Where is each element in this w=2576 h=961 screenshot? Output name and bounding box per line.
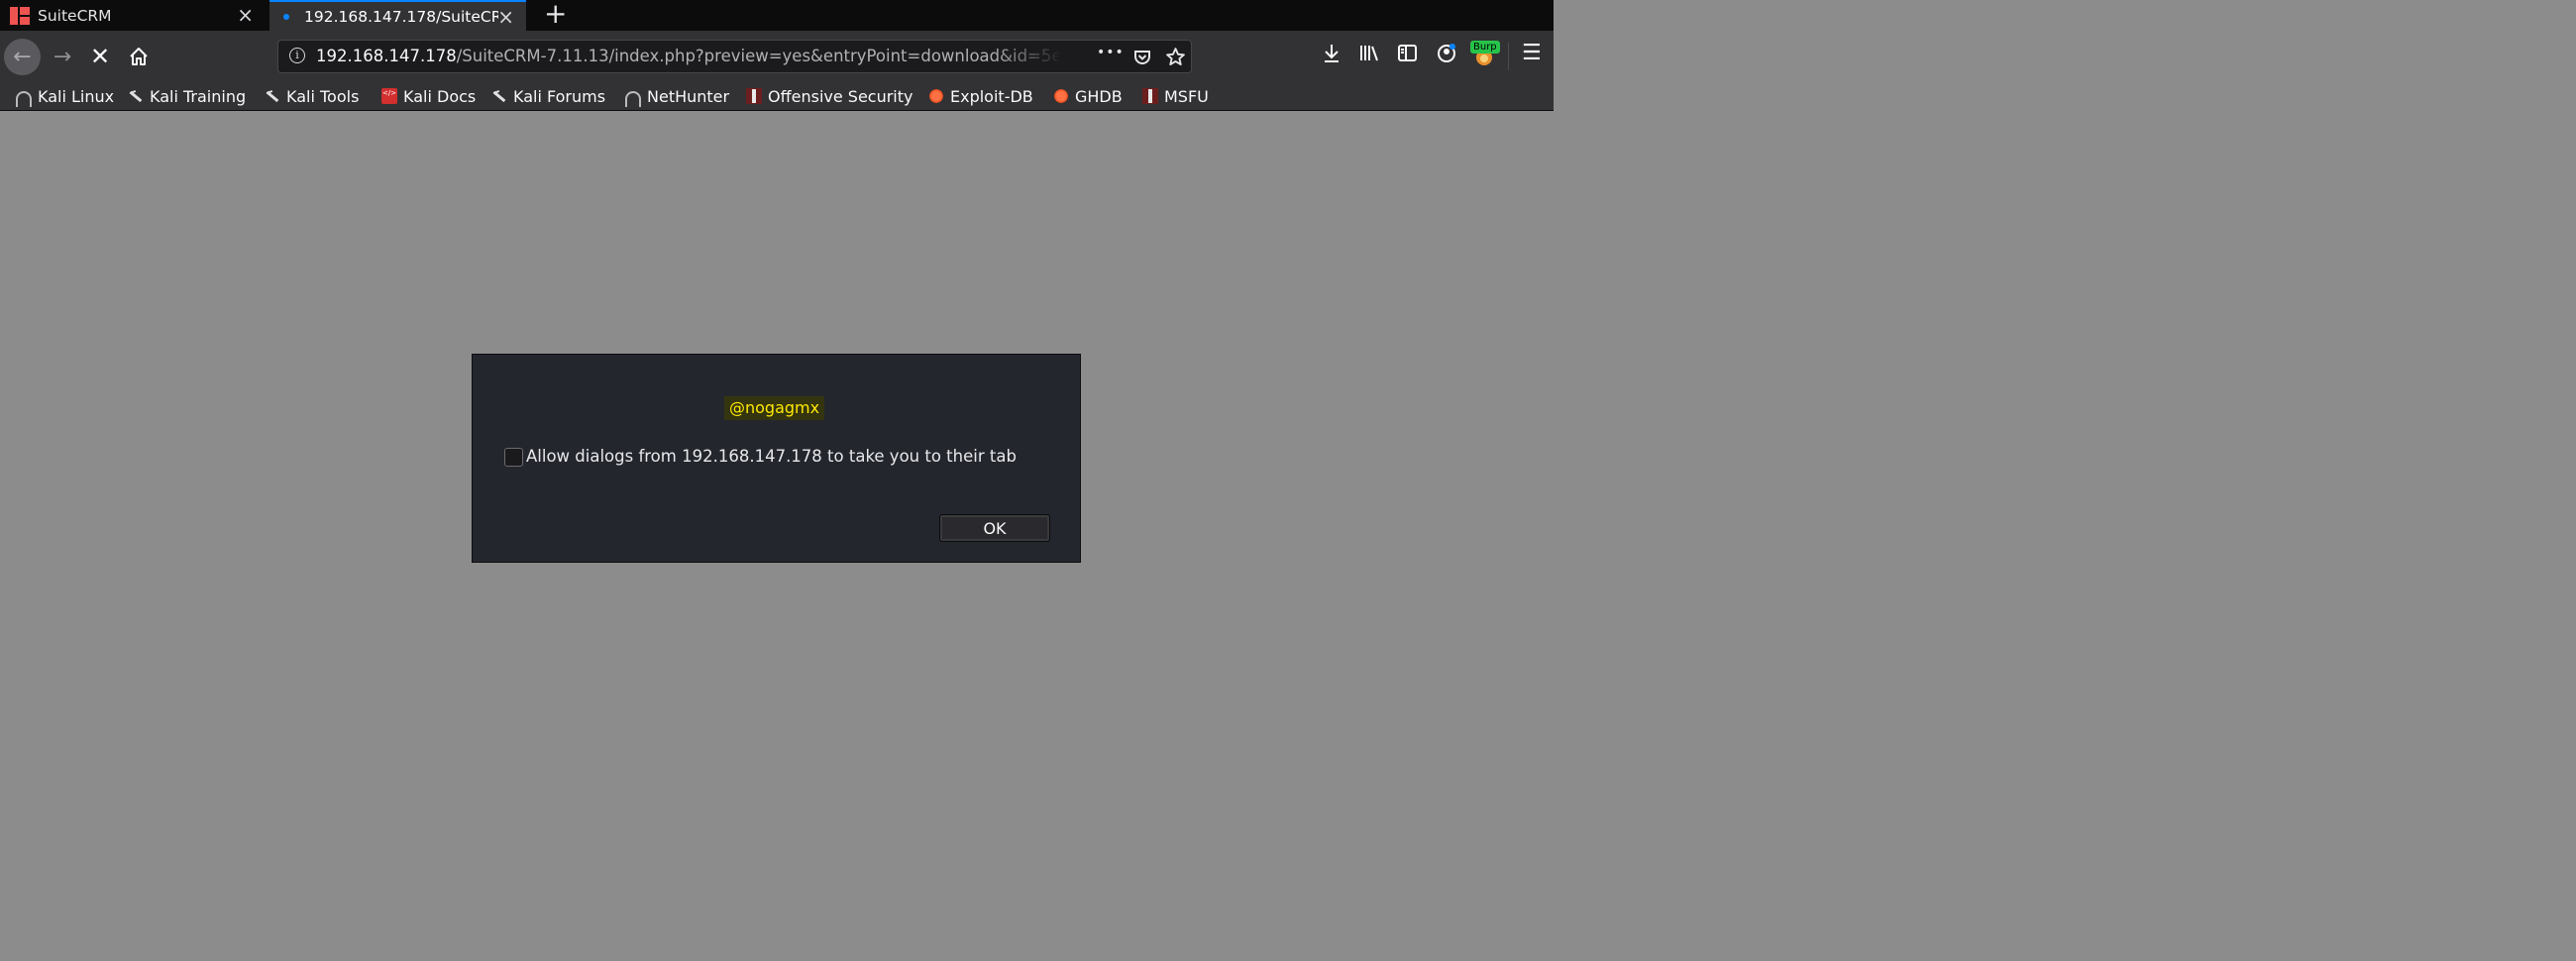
stop-button[interactable]: ✕: [87, 42, 113, 71]
library-icon[interactable]: [1358, 43, 1380, 64]
tab-active[interactable]: 192.168.147.178/SuiteCRM-7.11.13/index.p…: [269, 0, 526, 31]
url-fade: [992, 43, 1081, 70]
offsec-icon: [746, 88, 762, 104]
address-bar[interactable]: i 192.168.147.178/SuiteCRM-7.11.13/index…: [277, 40, 1192, 73]
bookmark-label: MSFU: [1164, 86, 1209, 106]
bookmark-label: Kali Forums: [513, 86, 606, 106]
back-button[interactable]: ←: [4, 39, 41, 75]
bookmark-ghdb[interactable]: GHDB: [1053, 85, 1123, 107]
menu-icon[interactable]: ☰: [1522, 41, 1542, 65]
bookmark-kali-training[interactable]: Kali Training: [128, 85, 246, 107]
new-tab-button[interactable]: +: [544, 0, 567, 28]
bookmark-label: Kali Docs: [403, 86, 477, 106]
url-text[interactable]: 192.168.147.178/SuiteCRM-7.11.13/index.p…: [316, 47, 1059, 66]
alert-message: @nogagmx: [724, 396, 825, 420]
tab-strip: SuiteCRM × 192.168.147.178/SuiteCRM-7.11…: [0, 0, 1554, 31]
bookmark-label: Kali Tools: [286, 86, 360, 106]
toolbar-divider: [1508, 43, 1509, 70]
bookmark-label: Exploit-DB: [950, 86, 1033, 106]
burp-badge: Burp: [1470, 41, 1500, 53]
bookmarks-toolbar: Kali Linux Kali Training Kali Tools Kali…: [0, 83, 1554, 111]
exploitdb-icon: [1053, 88, 1069, 104]
bookmark-label: Offensive Security: [768, 86, 913, 106]
loading-icon: [283, 13, 289, 20]
bookmark-nethunter[interactable]: NetHunter: [625, 85, 729, 107]
alert-dialog: @nogagmx Allow dialogs from 192.168.147.…: [472, 354, 1081, 563]
kali-icon: [491, 88, 507, 104]
downloads-icon[interactable]: [1322, 43, 1342, 64]
url-host: 192.168.147.178: [316, 47, 457, 65]
tab-suitecrm[interactable]: SuiteCRM ×: [0, 0, 266, 31]
account-icon[interactable]: [1436, 43, 1457, 64]
bookmark-star-icon[interactable]: [1165, 47, 1186, 67]
bookmark-label: NetHunter: [647, 86, 730, 106]
bookmark-label: GHDB: [1075, 86, 1123, 106]
nethunter-icon: [625, 91, 641, 107]
suitecrm-favicon-icon: [10, 6, 30, 25]
home-button[interactable]: [125, 43, 153, 70]
bookmark-kali-docs[interactable]: Kali Docs: [381, 85, 476, 107]
pocket-icon[interactable]: [1132, 48, 1152, 67]
page-actions-icon[interactable]: •••: [1097, 45, 1125, 60]
home-icon: [130, 48, 148, 65]
bookmark-exploit-db[interactable]: Exploit-DB: [928, 85, 1033, 107]
allow-dialogs-checkbox[interactable]: [504, 448, 523, 467]
offsec-icon: [1142, 88, 1158, 104]
bookmark-label: Kali Training: [150, 86, 247, 106]
bookmark-msfu[interactable]: MSFU: [1142, 85, 1209, 107]
tab-label: 192.168.147.178/SuiteCRM-7.11.13/index.p…: [304, 7, 498, 26]
tab-label: SuiteCRM: [38, 6, 112, 25]
ok-button[interactable]: OK: [939, 514, 1050, 542]
site-info-icon[interactable]: i: [289, 48, 305, 63]
tab-close-icon[interactable]: ×: [237, 4, 254, 26]
sidebar-icon[interactable]: [1397, 43, 1419, 64]
allow-dialogs-label[interactable]: Allow dialogs from 192.168.147.178 to ta…: [526, 447, 1017, 466]
exploitdb-icon: [928, 88, 944, 104]
bookmark-kali-linux[interactable]: Kali Linux: [16, 85, 114, 107]
bookmark-kali-forums[interactable]: Kali Forums: [491, 85, 605, 107]
kali-icon: [16, 91, 32, 107]
tab-close-icon[interactable]: ×: [497, 6, 514, 28]
forward-button[interactable]: →: [50, 43, 75, 70]
bookmark-kali-tools[interactable]: Kali Tools: [265, 85, 359, 107]
url-path: /SuiteCRM-7.11.13/index.php?preview=yes&…: [456, 47, 1059, 65]
nav-toolbar: ← → ✕ i 192.168.147.178/SuiteCRM-7.11.13…: [0, 31, 1554, 83]
kali-icon: [128, 88, 144, 104]
bookmark-offensive-security[interactable]: Offensive Security: [746, 85, 912, 107]
bookmark-label: Kali Linux: [38, 86, 115, 106]
docs-icon: [381, 88, 397, 104]
kali-icon: [265, 88, 280, 104]
